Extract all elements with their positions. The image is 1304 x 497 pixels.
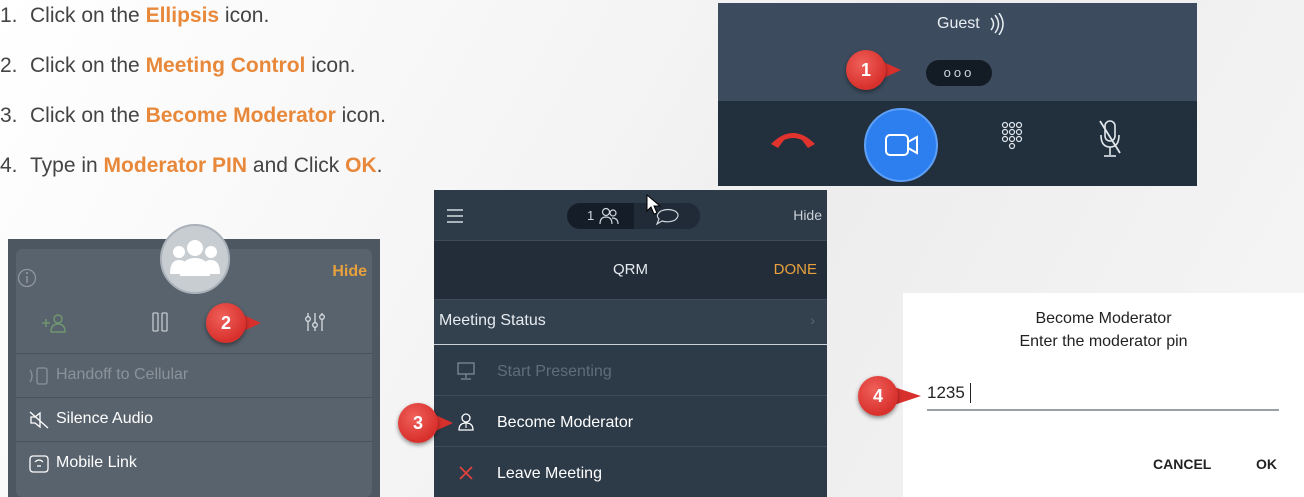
instruction-step-4: 4. Type in Moderator PIN and Click OK. [0,154,383,177]
caller-name: Guest [937,15,980,32]
dialog-title: Become Moderator [1035,310,1172,327]
chevron-right-icon: › [810,312,815,328]
menu-item-become-moderator[interactable]: Become Moderator [434,400,827,447]
menu-item-leave-meeting[interactable]: Leave Meeting [434,451,827,497]
ok-button[interactable]: OK [1256,456,1277,472]
text-cursor [970,383,971,403]
call-header: Guest ooo [718,3,1197,101]
dialpad-icon[interactable] [1001,121,1023,157]
group-avatar-icon [170,240,220,276]
instruction-step-2: 2. Click on the Meeting Control icon. [0,54,356,77]
control-item-mobile-link[interactable]: Mobile Link [16,441,372,486]
cancel-button[interactable]: CANCEL [1153,456,1211,472]
info-icon[interactable] [17,268,37,288]
handoff-icon [29,367,48,385]
moderator-icon [458,413,474,431]
call-panel: Guest ooo [718,3,1197,186]
meeting-title: QRM [613,261,648,278]
call-controls [718,101,1197,186]
control-item-handoff[interactable]: Handoff to Cellular [16,353,372,398]
meeting-control-icon[interactable] [304,311,326,333]
silence-speaker-icon [29,411,49,429]
hide-button[interactable]: Hide [332,263,367,281]
close-x-icon [459,466,473,480]
pin-dialog: Become Moderator Enter the moderator pin… [903,293,1304,497]
mute-microphone-icon[interactable] [1098,119,1122,161]
hamburger-menu-icon[interactable] [446,208,466,224]
hide-button[interactable]: Hide [793,207,822,223]
callout-marker-3: 3 [398,403,453,443]
callout-marker-1: 1 [846,50,901,90]
control-panel: Hide Handoff to Cellular Silence Audio M… [8,224,380,497]
meeting-header: 1 Hide [434,190,827,241]
pin-input[interactable]: 1235 [927,381,1279,411]
callout-marker-4: 4 [858,376,921,416]
mouse-cursor-icon [646,194,662,215]
signal-waves-icon [990,13,1004,35]
meeting-status-row[interactable]: Meeting Status › [434,300,827,345]
pause-icon[interactable] [151,311,169,333]
pin-value: 1235 [927,383,965,402]
video-camera-icon [885,134,918,156]
instruction-step-1: 1. Click on the Ellipsis icon. [0,4,270,27]
control-item-silence-audio[interactable]: Silence Audio [16,397,372,442]
avatar [160,224,230,294]
instruction-step-3: 3. Click on the Become Moderator icon. [0,104,386,127]
ellipsis-button[interactable]: ooo [926,60,992,86]
dialog-subtitle: Enter the moderator pin [1019,333,1188,350]
done-button[interactable]: DONE [774,261,817,278]
menu-item-start-presenting[interactable]: Start Presenting [434,349,827,396]
video-button[interactable] [864,108,938,182]
add-participant-icon[interactable] [40,311,68,335]
meeting-title-bar: QRM DONE [434,241,827,300]
mobile-link-icon [29,455,49,473]
callout-marker-2: 2 [206,303,261,343]
monitor-icon [457,362,475,380]
meeting-panel: 1 Hide QRM DONE Meeting Status › Start P… [434,190,827,497]
end-call-icon[interactable] [768,126,818,150]
participants-icon [599,207,619,225]
participant-count: 1 [587,208,595,223]
participants-chat-toggle[interactable]: 1 [567,203,700,229]
